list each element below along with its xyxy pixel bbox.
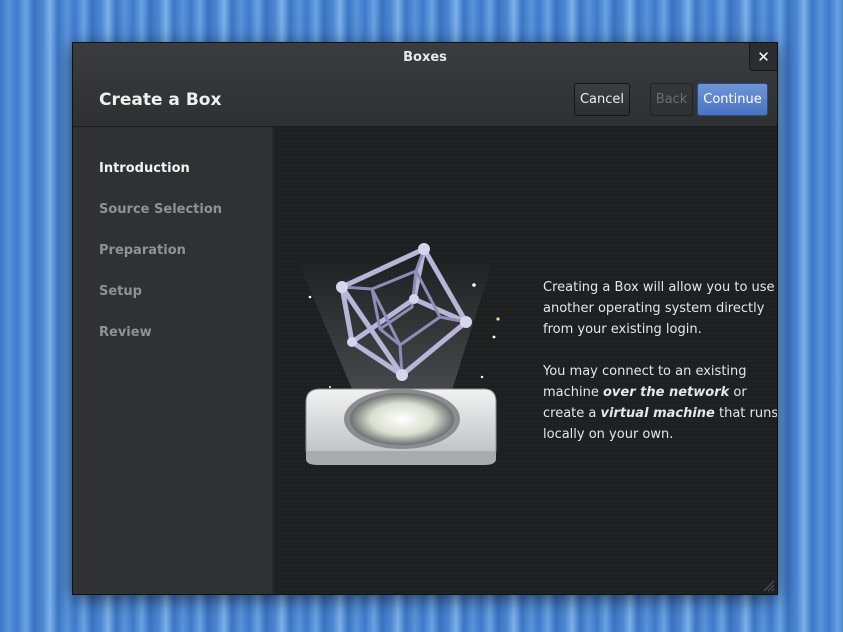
emphasis-virtual-machine: virtual machine [600,406,715,421]
emphasis-network: over the network [603,385,730,400]
intro-description: Creating a Box will allow you to use ano… [543,277,777,445]
cancel-button[interactable]: Cancel [574,83,630,116]
window-title: Boxes [403,50,447,65]
page-title: Create a Box [99,90,222,110]
step-introduction: Introduction [99,161,190,176]
step-source-selection: Source Selection [99,202,223,217]
step-review: Review [99,325,152,340]
intro-paragraph-2: You may connect to an existing machine o… [543,361,777,445]
close-icon: ✕ [757,47,770,66]
boxes-hypercube-illustration [296,243,500,465]
wizard-steps-sidebar: Introduction Source Selection Preparatio… [73,127,273,594]
back-button[interactable]: Back [650,83,693,116]
step-preparation: Preparation [99,243,186,258]
resize-grip-icon[interactable] [761,578,775,592]
header-bar: Boxes ✕ Create a Box Cancel Back Continu… [73,43,777,127]
continue-button[interactable]: Continue [697,83,768,116]
step-setup: Setup [99,284,142,299]
create-box-dialog: Boxes ✕ Create a Box Cancel Back Continu… [72,42,778,595]
intro-paragraph-1: Creating a Box will allow you to use ano… [543,280,775,337]
intro-page: Creating a Box will allow you to use ano… [274,127,777,594]
close-button[interactable]: ✕ [749,43,777,71]
